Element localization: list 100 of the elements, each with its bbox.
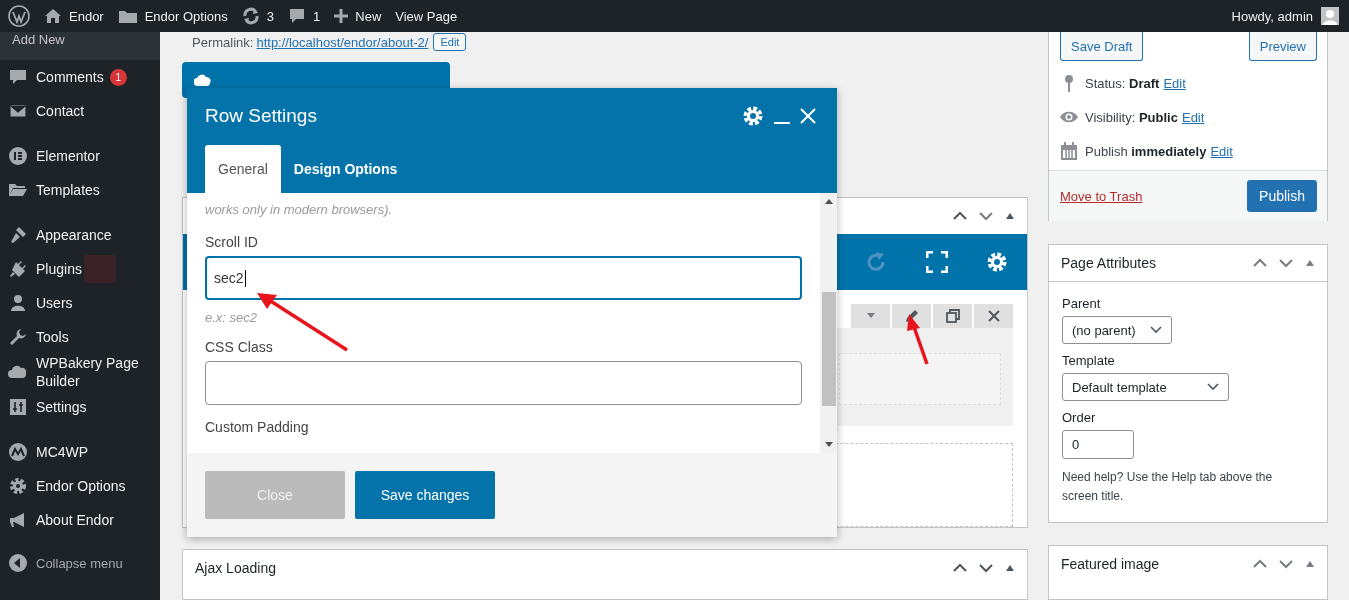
close-icon[interactable]	[800, 108, 816, 124]
order-field[interactable]: 0	[1062, 430, 1134, 459]
close-icon	[987, 309, 1000, 322]
dialog-tab[interactable]: General	[205, 145, 281, 193]
scroll-down-icon[interactable]	[824, 442, 833, 447]
field-label: CSS Class	[205, 339, 274, 355]
publish-button[interactable]: Publish	[1247, 180, 1317, 212]
save-changes-button[interactable]: Save changes	[355, 471, 495, 519]
mc4wp-icon	[8, 442, 28, 462]
menu-item[interactable]: Settings	[0, 390, 160, 424]
dialog-tab[interactable]: Design Options	[280, 145, 411, 193]
collapse-icon[interactable]	[1005, 211, 1015, 220]
save-draft-button[interactable]: Save Draft	[1060, 32, 1144, 61]
move-up-icon[interactable]	[953, 210, 967, 221]
menu-item[interactable]: Appearance	[0, 218, 160, 252]
select-field[interactable]: (no parent)	[1062, 316, 1172, 344]
plug-icon	[8, 259, 28, 279]
gear-icon	[8, 476, 28, 496]
text-field[interactable]	[205, 361, 802, 405]
elementor-icon	[8, 146, 28, 166]
brush-icon	[8, 225, 28, 245]
calendar-icon	[1059, 141, 1079, 161]
collapse-menu-button[interactable]: Collapse menu	[0, 546, 160, 580]
folder-icon	[117, 8, 138, 24]
edit-permalink-button[interactable]: Edit	[433, 33, 467, 51]
publish-setting: Publish immediately	[1085, 143, 1207, 159]
menu-item[interactable]: Comments 1	[0, 60, 160, 94]
publish-setting: Status: Draft	[1085, 75, 1160, 91]
move-down-icon[interactable]	[979, 210, 993, 221]
field-label: Order	[1062, 410, 1096, 425]
sliders-icon	[8, 397, 28, 417]
menu-item[interactable]: Endor Options	[0, 469, 160, 503]
comment-icon	[8, 67, 28, 87]
menu-item[interactable]: WPBakery Page Builder	[0, 354, 160, 390]
select-field[interactable]: Default template	[1062, 373, 1229, 401]
cloud-icon[interactable]	[194, 72, 212, 87]
wordpress-logo-icon[interactable]	[8, 5, 30, 27]
preview-button[interactable]: Preview	[1248, 32, 1317, 61]
help-text: works only in modern browsers).	[205, 202, 394, 217]
move-to-trash-link[interactable]: Move to Trash	[1060, 188, 1143, 204]
text-field[interactable]: sec2	[205, 256, 802, 300]
plus-icon	[334, 9, 349, 23]
copy-icon	[945, 308, 960, 323]
publish-setting: Visibility: Public	[1085, 109, 1178, 125]
collapse-icon[interactable]	[1305, 560, 1315, 569]
new-link[interactable]: New	[334, 8, 382, 24]
menu-item[interactable]: Plugins	[0, 252, 160, 286]
move-down-icon[interactable]	[1279, 258, 1293, 268]
scroll-up-icon[interactable]	[824, 199, 833, 204]
chevron-down-icon	[1206, 383, 1219, 391]
account-link[interactable]: Howdy, admin	[1231, 8, 1313, 24]
speech-bubble-icon	[288, 7, 307, 25]
user-icon	[8, 293, 28, 313]
menu-item[interactable]: Users	[0, 286, 160, 320]
updates-link[interactable]: 3	[241, 7, 275, 25]
edit-link[interactable]: Edit	[1181, 109, 1205, 125]
menu-item[interactable]: Templates	[0, 173, 160, 207]
field-label: Template	[1062, 353, 1115, 368]
move-down-icon[interactable]	[1279, 559, 1293, 570]
fullscreen-icon[interactable]	[926, 250, 948, 273]
home-link[interactable]: Endor	[44, 8, 104, 24]
caret-icon	[866, 313, 875, 319]
menu-item[interactable]: MC4WP	[0, 435, 160, 469]
help-text: Need help? Use the Help tab above the screen title.	[1062, 469, 1274, 505]
panel-title: Ajax Loading	[195, 559, 276, 576]
move-up-icon[interactable]	[1253, 559, 1267, 570]
delete-row-button[interactable]	[974, 303, 1013, 328]
view-page-link[interactable]: View Page	[395, 8, 458, 24]
box-title: Page Attributes	[1061, 255, 1156, 271]
move-up-icon[interactable]	[1253, 258, 1267, 268]
settings-icon[interactable]	[986, 250, 1008, 273]
menu-item[interactable]: Contact	[0, 94, 160, 128]
menu-item[interactable]: About Endor	[0, 503, 160, 537]
settings-icon[interactable]	[742, 105, 764, 127]
field-label: Parent	[1062, 296, 1101, 311]
count-badge: 1	[109, 68, 127, 86]
edit-link[interactable]: Edit	[1163, 75, 1186, 91]
field-label: Custom Padding	[205, 419, 310, 435]
menu-item[interactable]: Elementor	[0, 139, 160, 173]
clone-row-button[interactable]	[933, 303, 972, 328]
move-down-icon[interactable]	[979, 562, 993, 573]
permalink-label: Permalink:	[192, 34, 254, 50]
field-label: Scroll ID	[205, 234, 259, 250]
collapse-icon[interactable]	[1005, 563, 1015, 572]
collapse-icon[interactable]	[1305, 259, 1315, 267]
refresh-icon	[241, 7, 260, 25]
comments-link[interactable]: 1	[288, 7, 321, 25]
folder-link[interactable]: Endor Options	[117, 8, 228, 24]
field-hint: e.x: sec2	[205, 310, 259, 325]
home-icon	[44, 8, 62, 24]
wrench-icon	[8, 327, 28, 347]
box-title: Featured image	[1061, 556, 1160, 573]
move-up-icon[interactable]	[953, 562, 967, 573]
dialog-title: Row Settings	[205, 105, 317, 127]
menu-item[interactable]: Tools	[0, 320, 160, 354]
edit-row-button[interactable]	[892, 303, 931, 328]
permalink-link[interactable]: http://localhost/endor/about-2/	[256, 34, 429, 50]
edit-link[interactable]: Edit	[1210, 143, 1233, 159]
chevron-down-icon	[1149, 326, 1162, 334]
scrollbar[interactable]	[820, 193, 837, 453]
